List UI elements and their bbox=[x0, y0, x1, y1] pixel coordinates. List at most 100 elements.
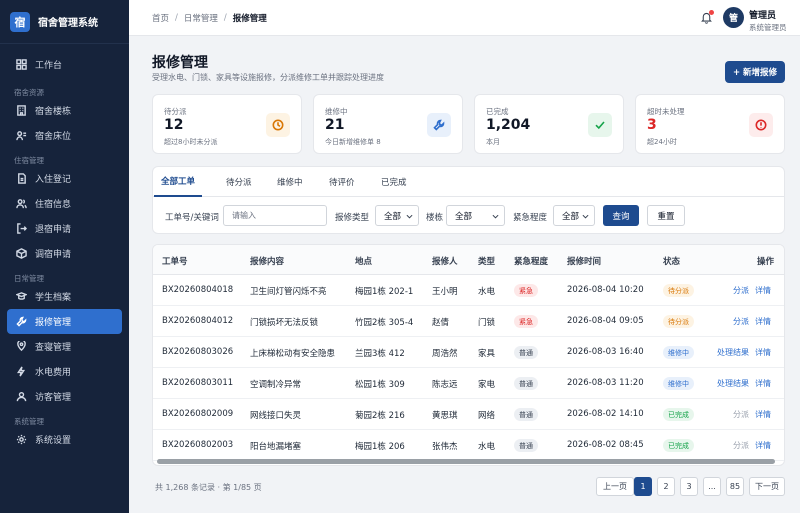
sidebar-item[interactable]: 宿舍床位 bbox=[7, 123, 122, 148]
status-badge: 已完成 bbox=[663, 439, 694, 452]
row-action-primary: 分派 bbox=[733, 441, 749, 450]
row-action-detail[interactable]: 详情 bbox=[755, 347, 771, 358]
notification-dot bbox=[709, 10, 714, 15]
user-info[interactable]: 管理员 系统管理员 bbox=[749, 8, 787, 33]
row-action-detail[interactable]: 详情 bbox=[755, 285, 771, 296]
row-action-primary: 分派 bbox=[733, 410, 749, 419]
repair-content: 阳台地漏堵塞 bbox=[250, 442, 302, 452]
tab-3[interactable]: 待评价 bbox=[329, 167, 355, 197]
tab-1[interactable]: 待分派 bbox=[226, 167, 252, 197]
stat-subtext: 今日新增维修单 8 bbox=[325, 138, 381, 146]
column-header: 类型 bbox=[478, 257, 496, 267]
type-select[interactable]: 全部 bbox=[375, 205, 419, 226]
building-icon bbox=[15, 105, 27, 117]
nav-group-label: 系统管理 bbox=[14, 416, 44, 426]
sidebar-item[interactable]: 住宿信息 bbox=[7, 191, 122, 216]
reporter: 张伟杰 bbox=[432, 442, 458, 452]
row-action-primary[interactable]: 处理结果 bbox=[717, 347, 749, 358]
row-action-detail[interactable]: 详情 bbox=[755, 440, 771, 451]
filter-panel: 全部工单 待分派 维修中 待评价 已完成 工单号/关键词 请输入 报修类型 全部 楼栋 … bbox=[152, 166, 785, 234]
page-title: 报修管理 bbox=[152, 55, 208, 71]
row-action-detail[interactable]: 详情 bbox=[755, 316, 771, 327]
stat-label: 待分派 bbox=[164, 107, 187, 116]
row-action-primary[interactable]: 处理结果 bbox=[717, 378, 749, 389]
keyword-label: 工单号/关键词 bbox=[165, 213, 219, 223]
next-page-button[interactable]: 下一页 bbox=[749, 477, 785, 496]
sidebar-item-label: 访客管理 bbox=[35, 393, 72, 403]
stat-card: 超时未处理 3 超24小时 bbox=[635, 94, 785, 154]
urgency-badge: 普通 bbox=[514, 439, 538, 452]
page-button[interactable]: 85 bbox=[726, 477, 744, 496]
checkin-icon bbox=[15, 173, 27, 185]
page-button[interactable]: 3 bbox=[680, 477, 698, 496]
prev-page-button[interactable]: 上一页 bbox=[596, 477, 634, 496]
nav-group-label: 住宿管理 bbox=[14, 155, 44, 165]
breadcrumb-home[interactable]: 首页 bbox=[152, 12, 169, 24]
clock-icon bbox=[266, 113, 290, 137]
sidebar-item-label: 工作台 bbox=[35, 61, 63, 71]
row-action-detail[interactable]: 详情 bbox=[755, 378, 771, 389]
page-ellipsis[interactable]: ... bbox=[703, 477, 721, 496]
repair-type: 家具 bbox=[478, 349, 496, 359]
page-button[interactable]: 2 bbox=[657, 477, 675, 496]
breadcrumb-daily[interactable]: 日常管理 bbox=[184, 12, 218, 24]
wrench-icon bbox=[427, 113, 451, 137]
table-row: BX20260803026 上床梯松动有安全隐患 兰园3栋 412 周浩然 家具 普通 20… bbox=[153, 337, 784, 368]
sidebar-item[interactable]: 学生档案 bbox=[7, 284, 122, 309]
reset-button[interactable]: 重置 bbox=[647, 205, 685, 226]
sidebar-item-label: 退宿申请 bbox=[35, 225, 72, 235]
chevron-down-icon bbox=[582, 214, 589, 219]
tab-2[interactable]: 维修中 bbox=[277, 167, 303, 197]
table-row: BX20260803011 空调制冷异常 松园1栋 309 陈志远 家电 普通 2026-0… bbox=[153, 368, 784, 399]
sidebar-item-label: 报修管理 bbox=[35, 318, 72, 328]
tab-0[interactable]: 全部工单 bbox=[154, 167, 202, 197]
urgency-select[interactable]: 全部 bbox=[553, 205, 595, 226]
sidebar-item-label: 住宿信息 bbox=[35, 200, 72, 210]
stat-subtext: 超24小时 bbox=[647, 138, 677, 146]
repair-content: 空调制冷异常 bbox=[250, 380, 302, 390]
table-row: BX20260802009 网线接口失灵 菊园2栋 216 黄思琪 网络 普通 2026-0… bbox=[153, 399, 784, 430]
sidebar-item[interactable]: 报修管理 bbox=[7, 309, 122, 334]
repair-type: 家电 bbox=[478, 380, 496, 390]
stat-value: 1,204 bbox=[486, 117, 531, 133]
reporter: 赵倩 bbox=[432, 318, 450, 328]
keyword-input[interactable]: 请输入 bbox=[223, 205, 327, 226]
row-action-primary[interactable]: 分派 bbox=[733, 285, 749, 296]
sidebar-item[interactable]: 查寝管理 bbox=[7, 334, 122, 359]
sidebar-item[interactable]: 工作台 bbox=[7, 52, 122, 77]
sidebar-item[interactable]: 调宿申请 bbox=[7, 241, 122, 266]
urgency-badge: 紧急 bbox=[514, 315, 538, 328]
wrench-icon bbox=[15, 316, 27, 328]
sidebar-item-label: 水电费用 bbox=[35, 368, 72, 378]
order-id: BX20260804012 bbox=[162, 316, 234, 326]
order-id: BX20260802003 bbox=[162, 440, 234, 450]
column-header: 紧急程度 bbox=[514, 257, 549, 267]
sidebar-item[interactable]: 宿舍楼栋 bbox=[7, 98, 122, 123]
row-action-primary[interactable]: 分派 bbox=[733, 316, 749, 327]
row-action-detail[interactable]: 详情 bbox=[755, 409, 771, 420]
sidebar-item[interactable]: 退宿申请 bbox=[7, 216, 122, 241]
visitor-icon bbox=[15, 391, 27, 403]
avatar[interactable]: 管 bbox=[723, 7, 744, 28]
query-button[interactable]: 查询 bbox=[603, 205, 639, 226]
page-button[interactable]: 1 bbox=[634, 477, 652, 496]
column-header: 报修内容 bbox=[250, 257, 285, 267]
horizontal-scrollbar[interactable] bbox=[157, 459, 775, 464]
sidebar-item-label: 入住登记 bbox=[35, 175, 72, 185]
urgency-select-value: 全部 bbox=[562, 211, 580, 222]
dashboard-icon bbox=[15, 59, 27, 71]
sidebar-item[interactable]: 水电费用 bbox=[7, 359, 122, 384]
building-select[interactable]: 全部 bbox=[446, 205, 505, 226]
building-select-value: 全部 bbox=[455, 211, 473, 222]
sidebar-item[interactable]: 系统设置 bbox=[7, 427, 122, 452]
type-select-value: 全部 bbox=[384, 211, 402, 222]
tab-4[interactable]: 已完成 bbox=[381, 167, 407, 197]
repair-type: 门锁 bbox=[478, 318, 496, 328]
page-description: 受理水电、门锁、家具等设施报修，分派维修工单并跟踪处理进度 bbox=[152, 73, 384, 82]
location: 竹园2栋 305-4 bbox=[355, 318, 414, 328]
urgency-label: 紧急程度 bbox=[513, 213, 548, 223]
sidebar-item[interactable]: 访客管理 bbox=[7, 384, 122, 409]
add-repair-button[interactable]: + 新增报修 bbox=[725, 61, 785, 83]
sidebar-item[interactable]: 入住登记 bbox=[7, 166, 122, 191]
table-row: BX20260804018 卫生间灯管闪烁不亮 梅园1栋 202-1 王小明 水电 紧急 2… bbox=[153, 275, 784, 306]
